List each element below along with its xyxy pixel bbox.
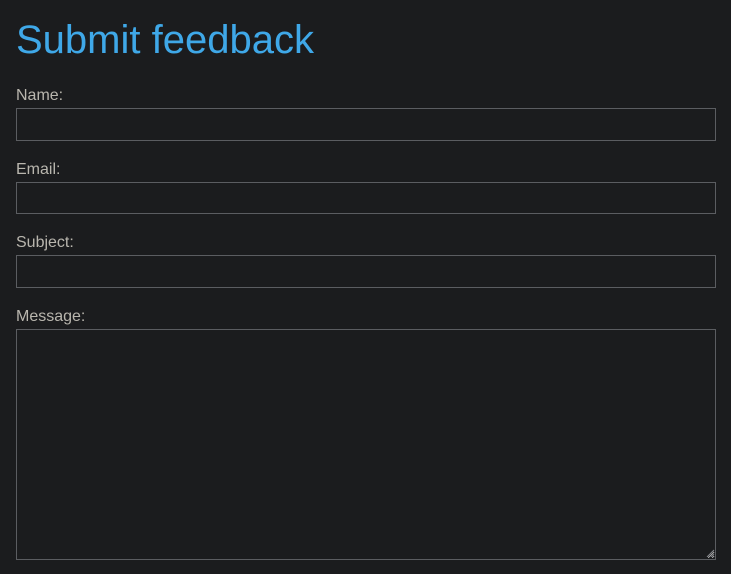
name-input[interactable] [16, 108, 716, 141]
email-input[interactable] [16, 182, 716, 214]
message-label: Message: [16, 308, 86, 325]
subject-input[interactable] [16, 255, 716, 288]
page-title: Submit feedback [16, 18, 314, 62]
name-label: Name: [16, 87, 64, 104]
message-textarea[interactable] [16, 329, 716, 560]
subject-label: Subject: [16, 234, 74, 251]
email-label: Email: [16, 161, 61, 178]
